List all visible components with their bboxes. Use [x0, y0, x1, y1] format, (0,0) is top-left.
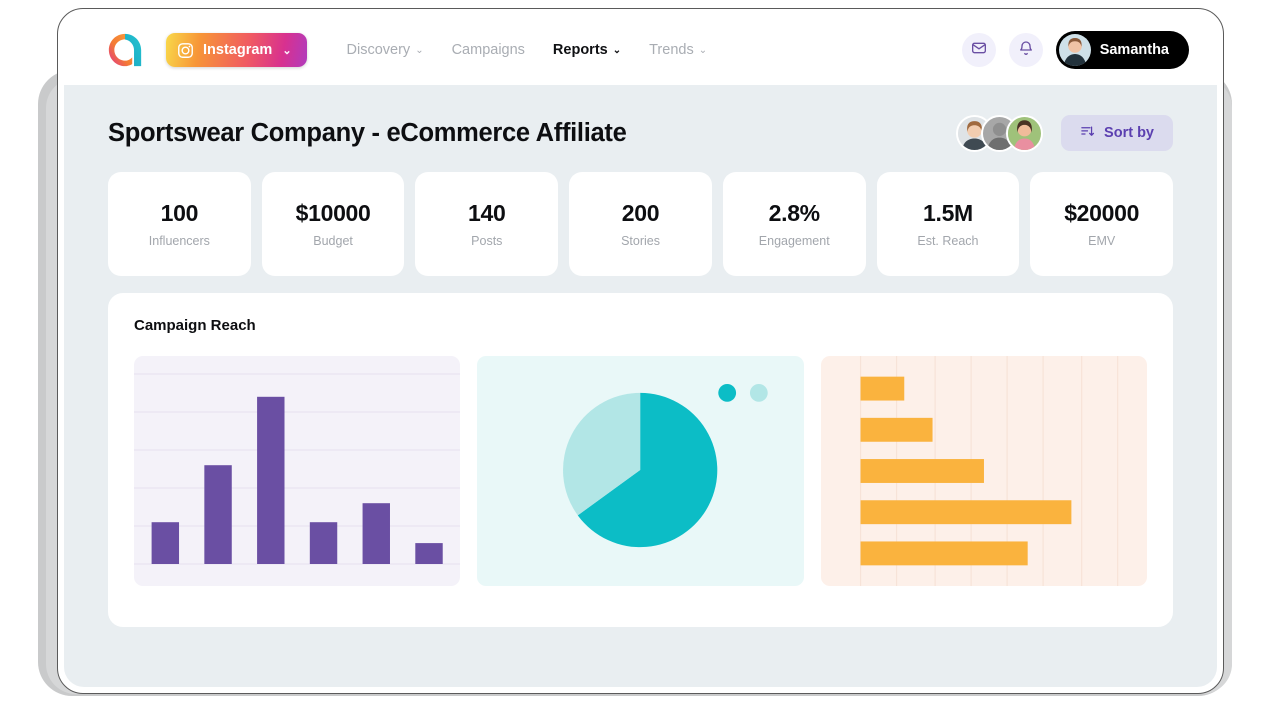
campaign-reach-panel: Campaign Reach [108, 293, 1173, 627]
envelope-icon [971, 40, 987, 61]
stat-label: Budget [313, 234, 353, 248]
avatar [1006, 114, 1044, 152]
bar [860, 459, 984, 483]
stat-cards-row: 100 Influencers $10000 Budget 140 Posts … [108, 172, 1174, 276]
user-name: Samantha [1099, 42, 1169, 58]
bar [415, 543, 443, 564]
bar [257, 396, 285, 564]
horizontal-bar-chart-canvas [859, 356, 1118, 586]
bar [860, 500, 1072, 525]
stat-label: EMV [1088, 234, 1116, 248]
chevron-down-icon: ⌄ [698, 45, 708, 56]
page-header-row: Sportswear Company - eCommerce Affiliate [108, 107, 1173, 159]
pie-chart-canvas [563, 383, 769, 548]
top-bar-actions: Samantha [961, 31, 1189, 69]
bell-icon [1018, 40, 1034, 61]
stat-value: 140 [468, 200, 506, 226]
chevron-down-icon: ⌄ [282, 44, 292, 57]
chevron-down-icon: ⌄ [612, 45, 622, 56]
bar [860, 376, 904, 401]
avatar [1058, 34, 1091, 66]
stat-card-influencers[interactable]: 100 Influencers [108, 172, 251, 276]
stat-value: 2.8% [768, 200, 821, 226]
stat-card-emv[interactable]: $20000 EMV [1030, 172, 1174, 276]
chevron-down-icon: ⌄ [415, 45, 424, 56]
stat-label: Stories [621, 234, 660, 248]
sort-by-label: Sort by [1104, 125, 1154, 141]
stat-card-stories[interactable]: 200 Stories [569, 172, 712, 276]
stat-value: 100 [160, 200, 199, 226]
bar [309, 522, 338, 564]
vertical-bar-chart-canvas [134, 373, 461, 565]
bar [860, 417, 933, 442]
stat-label: Engagement [758, 234, 830, 248]
bar [204, 465, 232, 564]
stat-card-posts[interactable]: 140 Posts [415, 172, 559, 276]
stat-value: 1.5M [922, 200, 973, 226]
charts-row [134, 356, 1147, 586]
sort-icon [1080, 124, 1095, 143]
nav-label-discovery: Discovery [346, 42, 411, 58]
panel-title: Campaign Reach [134, 317, 256, 334]
user-menu-button[interactable]: Samantha [1055, 31, 1189, 69]
platform-selector-instagram[interactable]: Instagram ⌄ [166, 33, 307, 67]
legend-dot [718, 383, 737, 402]
affable-logo-icon[interactable] [106, 31, 144, 69]
top-navigation-bar: Instagram ⌄ Discovery ⌄ Campaigns Report… [64, 15, 1217, 85]
screenshot-stage: Instagram ⌄ Discovery ⌄ Campaigns Report… [0, 0, 1280, 720]
stat-label: Influencers [148, 234, 210, 248]
stat-card-budget[interactable]: $10000 Budget [261, 172, 405, 276]
legend-dot [750, 383, 769, 402]
nav-item-campaigns[interactable]: Campaigns [452, 42, 525, 58]
messages-button[interactable] [961, 33, 996, 67]
page-content: Sportswear Company - eCommerce Affiliate [64, 85, 1217, 687]
bar [151, 522, 180, 564]
vertical-bar-chart[interactable] [134, 356, 461, 586]
main-nav-links: Discovery ⌄ Campaigns Reports ⌄ Trends ⌄ [347, 42, 708, 58]
app-window: Instagram ⌄ Discovery ⌄ Campaigns Report… [64, 15, 1217, 687]
stat-value: 200 [621, 200, 660, 226]
stat-label: Posts [471, 234, 503, 248]
stat-value: $10000 [295, 200, 371, 226]
stat-label: Est. Reach [917, 234, 979, 248]
platform-label: Instagram [203, 42, 273, 58]
nav-item-reports[interactable]: Reports ⌄ [553, 42, 621, 58]
nav-label-campaigns: Campaigns [451, 42, 525, 58]
nav-item-discovery[interactable]: Discovery ⌄ [347, 42, 424, 58]
horizontal-bar-chart[interactable] [820, 356, 1147, 586]
page-title: Sportswear Company - eCommerce Affiliate [108, 118, 627, 147]
instagram-icon [177, 42, 194, 59]
nav-label-trends: Trends [649, 42, 694, 58]
stat-card-est-reach[interactable]: 1.5M Est. Reach [876, 172, 1020, 276]
nav-item-trends[interactable]: Trends ⌄ [649, 42, 707, 58]
stat-card-engagement[interactable]: 2.8% Engagement [722, 172, 866, 276]
pie-chart[interactable] [477, 356, 804, 586]
sort-by-button[interactable]: Sort by [1061, 115, 1173, 151]
bar [362, 503, 390, 564]
influencer-avatar-stack[interactable] [956, 114, 1044, 152]
nav-label-reports: Reports [552, 42, 608, 58]
stat-value: $20000 [1064, 200, 1140, 226]
page-header-actions: Sort by [956, 114, 1173, 152]
bar [860, 541, 1028, 566]
notifications-button[interactable] [1008, 33, 1043, 67]
